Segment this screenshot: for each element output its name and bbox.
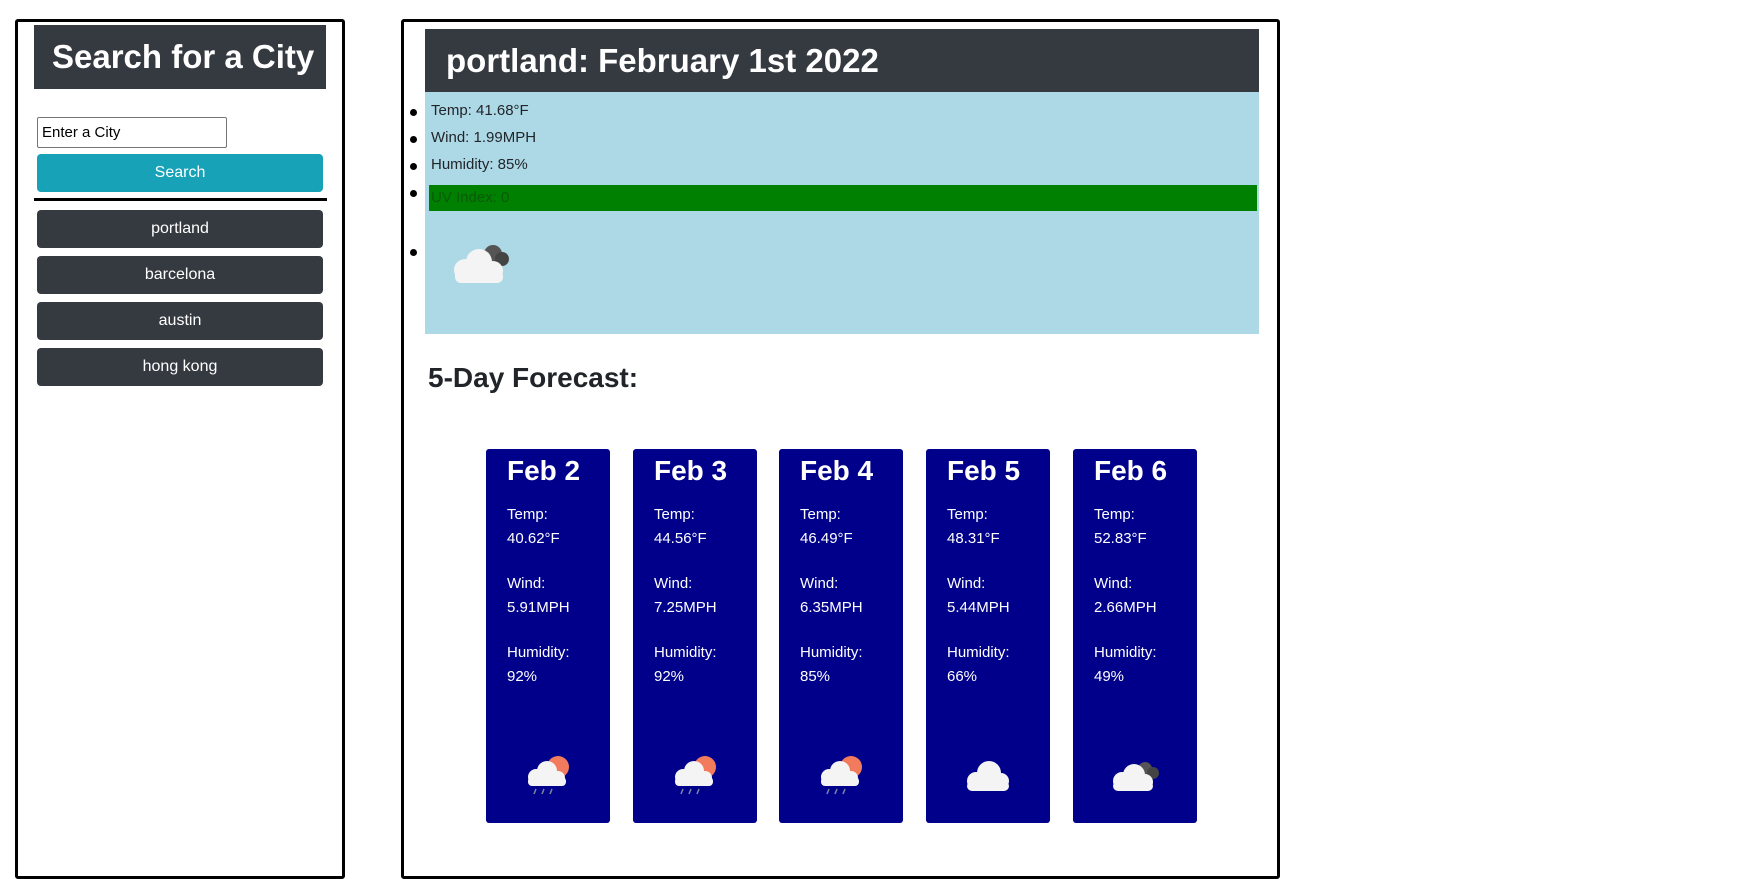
forecast-temp-label: Temp: [947,506,988,523]
forecast-humidity-label: Humidity: [800,644,863,661]
forecast-date: Feb 6 [1094,455,1168,486]
forecast-wind: 6.35MPH [800,599,863,616]
forecast-wind-label: Wind: [1094,575,1133,592]
history-button-portland[interactable]: portland [37,210,323,248]
forecast-wind: 2.66MPH [1094,599,1157,616]
forecast-wind-label: Wind: [800,575,839,592]
forecast-humidity-label: Humidity: [507,644,570,661]
current-weather-box: Temp: 41.68°F Wind: 1.99MPH Humidity: 85… [410,92,1259,334]
uv-index-badge: UV Index: 0 [429,185,1257,211]
history-button-austin[interactable]: austin [37,302,323,340]
cloud-icon [967,761,1009,791]
forecast-title: 5-Day Forecast: [428,362,639,393]
forecast-humidity: 92% [507,668,538,685]
forecast-humidity-label: Humidity: [947,644,1010,661]
partly-cloudy-night-icon [454,245,509,283]
divider [34,198,327,201]
forecast-humidity-label: Humidity: [1094,644,1157,661]
search-history-list: portland barcelona austin hong kong [37,210,323,394]
forecast-date: Feb 4 [800,455,874,486]
forecast-temp: 48.31°F [947,530,1000,547]
weather-panel: portland: February 1st 2022 Temp: 41.68°… [401,19,1280,879]
forecast-temp: 52.83°F [1094,530,1147,547]
forecast-wind: 5.44MPH [947,599,1010,616]
forecast-humidity-label: Humidity: [654,644,717,661]
forecast-humidity: 85% [800,668,831,685]
forecast-card: Feb 5 Temp: 48.31°F Wind: 5.44MPH Humidi… [926,449,1050,823]
forecast-temp-label: Temp: [507,506,548,523]
forecast-date: Feb 5 [947,455,1021,486]
rain-sun-icon [528,756,569,795]
forecast-wind: 5.91MPH [507,599,570,616]
forecast-humidity: 92% [654,668,685,685]
forecast-humidity: 66% [947,668,978,685]
forecast-wind-label: Wind: [654,575,693,592]
forecast-temp: 46.49°F [800,530,853,547]
history-button-hong-kong[interactable]: hong kong [37,348,323,386]
uv-index-label: UV Index: 0 [431,189,510,206]
forecast-wind-label: Wind: [507,575,546,592]
forecast-card: Feb 6 Temp: 52.83°F Wind: 2.66MPH Humidi… [1073,449,1197,823]
history-button-barcelona[interactable]: barcelona [37,256,323,294]
forecast-card: Feb 2 Temp: 40.62°F Wind: 5.91MPH Humidi… [486,449,610,823]
forecast-wind-label: Wind: [947,575,986,592]
rain-sun-icon [821,756,862,795]
search-panel-title: Search for a City [34,25,326,89]
forecast-temp-label: Temp: [1094,506,1135,523]
current-weather-title: portland: February 1st 2022 [425,29,1259,92]
forecast-temp: 40.62°F [507,530,560,547]
forecast-temp-label: Temp: [654,506,695,523]
forecast-date: Feb 3 [654,455,728,486]
forecast-card: Feb 4 Temp: 46.49°F Wind: 6.35MPH Humidi… [779,449,903,823]
rain-sun-icon [675,756,716,795]
current-humidity: Humidity: 85% [431,156,528,173]
forecast-humidity: 49% [1094,668,1125,685]
forecast-date: Feb 2 [507,455,581,486]
city-search-input[interactable] [37,117,227,148]
forecast-temp-label: Temp: [800,506,841,523]
forecast-card: Feb 3 Temp: 44.56°F Wind: 7.25MPH Humidi… [633,449,757,823]
dark-clouds-icon [1113,762,1159,791]
current-temp: Temp: 41.68°F [431,102,529,119]
search-panel: Search for a City Search portland barcel… [15,19,345,879]
search-button[interactable]: Search [37,154,323,192]
forecast-temp: 44.56°F [654,530,707,547]
forecast-wind: 7.25MPH [654,599,717,616]
current-wind: Wind: 1.99MPH [431,129,537,146]
